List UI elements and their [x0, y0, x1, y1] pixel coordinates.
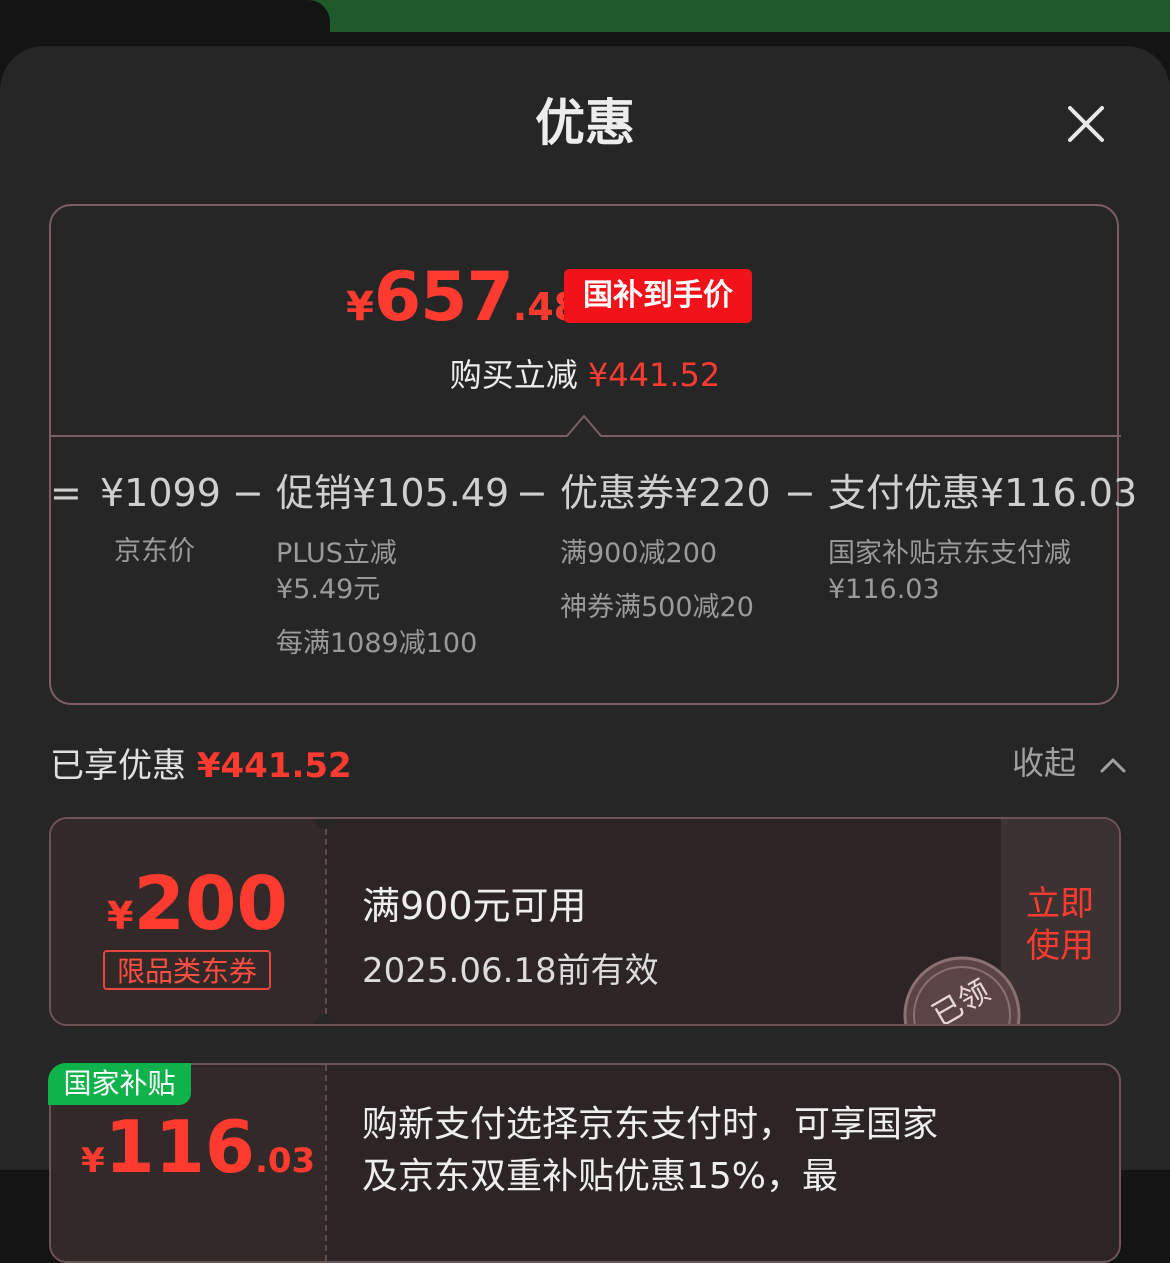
coupon-validity: 2025.06.18前有效 [362, 951, 659, 991]
enjoyed-discount: 已享优惠 ¥441.52 [50, 746, 352, 786]
minus-sign: − [784, 471, 816, 515]
chevron-up-icon [1100, 758, 1126, 773]
close-icon[interactable] [1062, 100, 1110, 148]
national-subsidy-badge: 国家补贴 [48, 1063, 191, 1105]
final-price: ¥657.48 [346, 258, 581, 337]
payment-detail: 国家补贴京东支付减 [828, 538, 1071, 569]
payment-discount: 支付优惠¥116.03 [828, 471, 1138, 515]
summary-divider [49, 414, 1121, 437]
coupon-condition: 满900元可用 [362, 884, 587, 928]
coupon-card[interactable]: ¥116.03 购新支付选择京东支付时，可享国家 及京东双重补贴优惠15%，最 [49, 1063, 1121, 1263]
promo-detail: PLUS立减 [276, 538, 397, 569]
header-tab [0, 0, 330, 42]
jd-price: ¥1099 [100, 471, 221, 515]
promo-discount: 促销¥105.49 [276, 471, 510, 515]
coupon-amount: ¥200 [107, 861, 288, 947]
minus-sign: − [516, 471, 548, 515]
coupon-discount: 优惠券¥220 [560, 471, 771, 515]
coupon-type-tag: 限品类东券 [103, 950, 271, 990]
coupon-notch [315, 1014, 335, 1024]
equals-sign: = [50, 471, 82, 515]
buy-discount-line: 购买立减 ¥441.52 [449, 356, 721, 394]
coupon-amount: ¥116.03 [81, 1105, 316, 1189]
claimed-stamp-icon: 已领 [903, 956, 1021, 1024]
coupon-perforation [325, 819, 327, 1024]
coupon-description: 购新支付选择京东支付时，可享国家 及京东双重补贴优惠15%，最 [362, 1104, 939, 1197]
collapse-button[interactable]: 收起 [1012, 738, 1126, 784]
coupon-detail: 满900减200 [560, 538, 718, 569]
coupon-card[interactable]: ¥200 限品类东券 满900元可用 2025.06.18前有效 立即 使用 已… [49, 817, 1121, 1026]
jd-price-label: 京东价 [114, 536, 195, 567]
sheet-title: 优惠 [535, 94, 635, 152]
promo-detail: 每满1089减100 [276, 628, 478, 659]
minus-sign: − [232, 471, 264, 515]
price-type-badge: 国补到手价 [564, 269, 752, 323]
payment-detail: ¥116.03 [828, 574, 940, 605]
promo-detail: ¥5.49元 [276, 574, 381, 605]
coupon-perforation [325, 1065, 327, 1261]
coupon-detail: 神券满500减20 [560, 592, 754, 623]
